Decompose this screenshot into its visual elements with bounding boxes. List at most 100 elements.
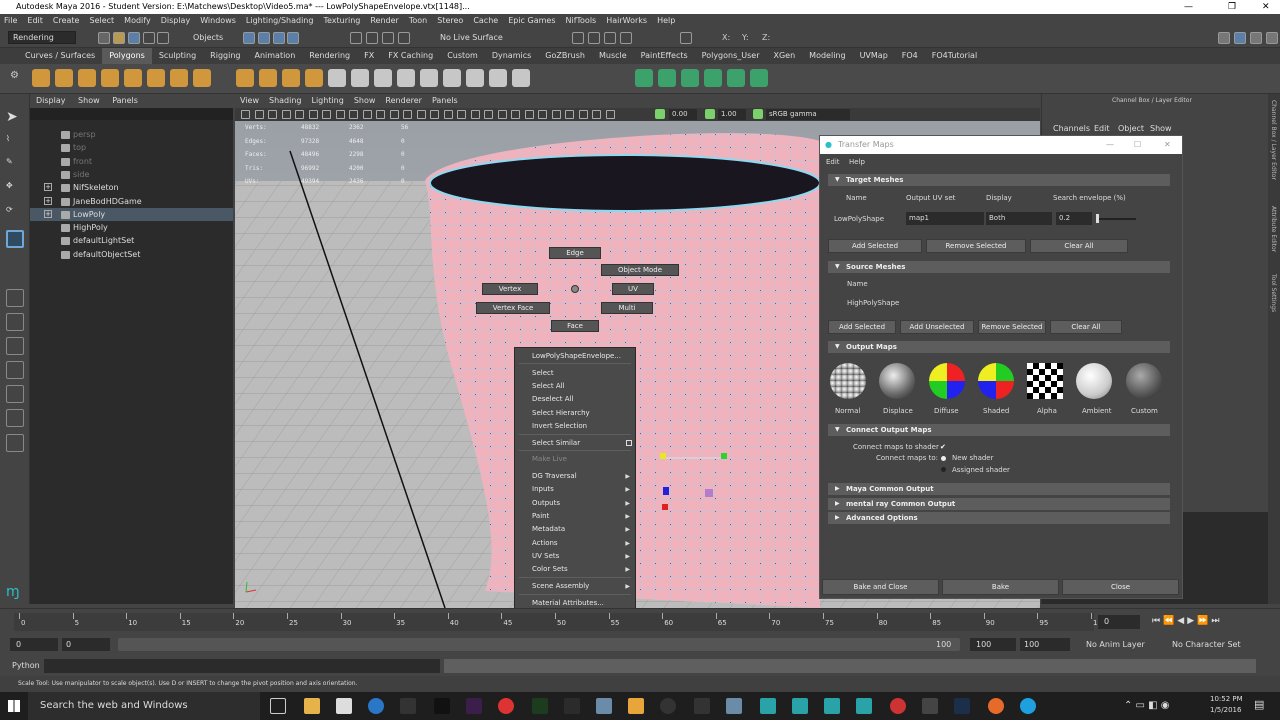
shelf-tool-icon[interactable] <box>397 69 415 87</box>
menu-stereo[interactable]: Stereo <box>437 16 463 25</box>
menu-texturing[interactable]: Texturing <box>323 16 360 25</box>
tm-menu-help[interactable]: Help <box>849 157 865 167</box>
range-start-field[interactable]: 0 <box>62 638 110 651</box>
source-add-unselected-button[interactable]: Add Unselected <box>900 320 974 334</box>
viewport-menu-shading[interactable]: Shading <box>269 96 302 105</box>
app-icon[interactable] <box>694 698 710 714</box>
gamma-field[interactable]: 1.00 <box>718 109 746 120</box>
context-menu-item[interactable]: Color Sets <box>532 564 568 574</box>
viewport-tool-icon[interactable] <box>241 110 250 119</box>
source-clear-all-button[interactable]: Clear All <box>1050 320 1122 334</box>
source-add-selected-button[interactable]: Add Selected <box>828 320 896 334</box>
shelf-tab[interactable]: Polygons <box>102 48 152 64</box>
anim-layer-dropdown[interactable]: No Anim Layer <box>1086 640 1145 649</box>
section-maya-common-output[interactable]: ▶ Maya Common Output <box>828 483 1170 495</box>
display-dropdown[interactable]: Both <box>986 212 1052 225</box>
section-connect-output-maps[interactable]: ▼ Connect Output Maps <box>828 424 1170 436</box>
envelope-slider[interactable] <box>1096 218 1136 220</box>
paint-select-icon[interactable]: ✎ <box>6 157 24 175</box>
viewport-tool-icon[interactable] <box>322 110 331 119</box>
section-source-meshes[interactable]: ▼ Source Meshes <box>828 261 1170 273</box>
context-menu-item[interactable]: LowPolyShapeEnvelope... <box>532 351 621 361</box>
section-advanced-options[interactable]: ▶ Advanced Options <box>828 512 1170 524</box>
exposure-field[interactable]: 0.00 <box>669 109 697 120</box>
task-view-icon[interactable] <box>270 698 286 714</box>
single-view-icon[interactable] <box>6 289 24 307</box>
shelf-tool-icon[interactable] <box>658 69 676 87</box>
shelf-tool-icon[interactable] <box>420 69 438 87</box>
shelf-tool-icon[interactable] <box>489 69 507 87</box>
skype-icon[interactable] <box>1020 698 1036 714</box>
viewport-tool-icon[interactable] <box>538 110 547 119</box>
shelf-tab[interactable]: Rendering <box>302 48 357 64</box>
shelf-tool-icon[interactable] <box>750 69 768 87</box>
context-menu-item[interactable]: UV Sets <box>532 551 559 561</box>
context-menu-item[interactable]: Paint <box>532 511 549 521</box>
shelf-tool-icon[interactable] <box>374 69 392 87</box>
viewport-tool-icon[interactable] <box>578 110 588 119</box>
app-icon[interactable] <box>726 698 742 714</box>
context-menu-item[interactable]: Deselect All <box>532 394 573 404</box>
marking-menu-vertex-face[interactable]: Vertex Face <box>476 302 550 314</box>
tm-menu-edit[interactable]: Edit <box>826 157 840 167</box>
viewport-tool-icon[interactable] <box>457 110 466 119</box>
uvset-dropdown[interactable]: map1 <box>906 212 984 225</box>
diffuse-map-icon[interactable] <box>929 363 965 399</box>
menu-edit[interactable]: Edit <box>27 16 43 25</box>
outliner-filter-field[interactable] <box>30 108 233 120</box>
viewport-tool-icon[interactable] <box>524 110 534 119</box>
app-icon[interactable] <box>922 698 938 714</box>
viewport-tool-icon[interactable] <box>254 110 264 119</box>
render-settings-icon[interactable] <box>604 32 616 44</box>
menu-render[interactable]: Render <box>370 16 398 25</box>
app-icon[interactable] <box>660 698 676 714</box>
shelf-tool-icon[interactable] <box>635 69 653 87</box>
close-icon[interactable]: ✕ <box>1262 0 1270 14</box>
shelf-tool-icon[interactable] <box>236 69 254 87</box>
start-frame-field[interactable]: 0 <box>10 638 58 651</box>
maya-icon[interactable] <box>760 698 776 714</box>
option-box-icon[interactable] <box>626 440 632 446</box>
shelf-tool-icon[interactable] <box>704 69 722 87</box>
snap-curve-icon[interactable] <box>366 32 378 44</box>
expand-icon[interactable]: + <box>44 196 52 205</box>
context-menu-item[interactable]: Select <box>532 368 554 378</box>
firefox-icon[interactable] <box>988 698 1004 714</box>
command-input[interactable] <box>44 659 440 673</box>
menu-cache[interactable]: Cache <box>473 16 498 25</box>
shelf-tool-icon[interactable] <box>55 69 73 87</box>
shelf-tab[interactable]: FX <box>357 48 381 64</box>
shelf-tool-icon[interactable] <box>193 69 211 87</box>
shelf-tool-icon[interactable] <box>78 69 96 87</box>
context-menu-item[interactable]: DG Traversal <box>532 471 577 481</box>
viewport-tool-icon[interactable] <box>497 110 507 119</box>
app-icon[interactable] <box>890 698 906 714</box>
custom-map-icon[interactable] <box>1126 363 1162 399</box>
context-menu-item[interactable]: Outputs <box>532 498 560 508</box>
outliner-item[interactable]: + JaneBodHDGame <box>30 195 233 208</box>
cb-menu-channels[interactable]: Channels <box>1053 124 1090 133</box>
viewport-tool-icon[interactable] <box>281 110 291 119</box>
viewport-tool-icon[interactable] <box>551 110 561 119</box>
time-slider[interactable]: 0510152025303540455055606570758085909510… <box>0 608 1280 632</box>
viewport-tool-icon[interactable] <box>443 110 453 119</box>
shelf-tab[interactable]: XGen <box>767 48 803 64</box>
shelf-tab[interactable]: FX Caching <box>381 48 440 64</box>
restore-icon[interactable]: ❐ <box>1228 0 1236 14</box>
maya-icon[interactable] <box>792 698 808 714</box>
app-icon[interactable] <box>628 698 644 714</box>
marking-menu-multi[interactable]: Multi <box>601 302 653 314</box>
menu-epicgames[interactable]: Epic Games <box>508 16 555 25</box>
menuset-dropdown[interactable]: Rendering <box>8 31 76 44</box>
file-explorer-icon[interactable] <box>304 698 320 714</box>
context-menu-item[interactable]: Scene Assembly <box>532 581 589 591</box>
end-frame-field[interactable]: 100 <box>970 638 1016 651</box>
snap-grid-icon[interactable] <box>350 32 362 44</box>
four-view-icon[interactable] <box>6 313 24 331</box>
render-icon[interactable] <box>572 32 584 44</box>
viewport-tool-icon[interactable] <box>389 110 399 119</box>
maya-icon[interactable] <box>824 698 840 714</box>
target-clear-all-button[interactable]: Clear All <box>1030 239 1128 253</box>
shelf-tab[interactable]: Muscle <box>592 48 634 64</box>
shelf-tool-icon[interactable] <box>32 69 50 87</box>
